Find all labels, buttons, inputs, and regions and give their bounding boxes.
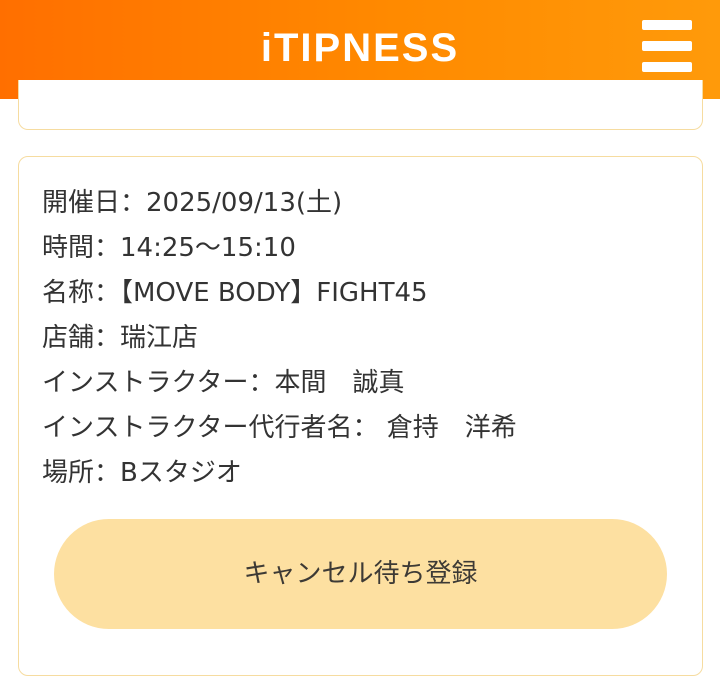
lesson-info: 開催日：2025/09/13(土) 時間：14:25〜15:10 名称：【MOV… (42, 181, 517, 496)
lesson-substitute-instructor: インストラクター代行者名： 倉持 洋希 (42, 413, 517, 443)
menu-bar-top (642, 20, 692, 30)
hamburger-menu-icon[interactable] (640, 20, 694, 72)
previous-lesson-card (18, 80, 703, 130)
waitlist-register-button[interactable]: キャンセル待ち登録 (54, 519, 667, 629)
lesson-time: 時間：14:25〜15:10 (42, 233, 296, 263)
menu-bar-bottom (642, 62, 692, 72)
lesson-name: 名称：【MOVE BODY】FIGHT45 (42, 278, 428, 308)
lesson-store: 店舗：瑞江店 (42, 323, 199, 353)
lesson-date: 開催日：2025/09/13(土) (42, 188, 343, 218)
itipness-logo[interactable]: iTIPNESS (0, 24, 720, 72)
lesson-place: 場所：Bスタジオ (42, 458, 242, 488)
lesson-instructor: インストラクター：本間 誠真 (42, 368, 405, 398)
lesson-detail-card: 開催日：2025/09/13(土) 時間：14:25〜15:10 名称：【MOV… (18, 156, 703, 676)
menu-bar-middle (642, 41, 692, 51)
